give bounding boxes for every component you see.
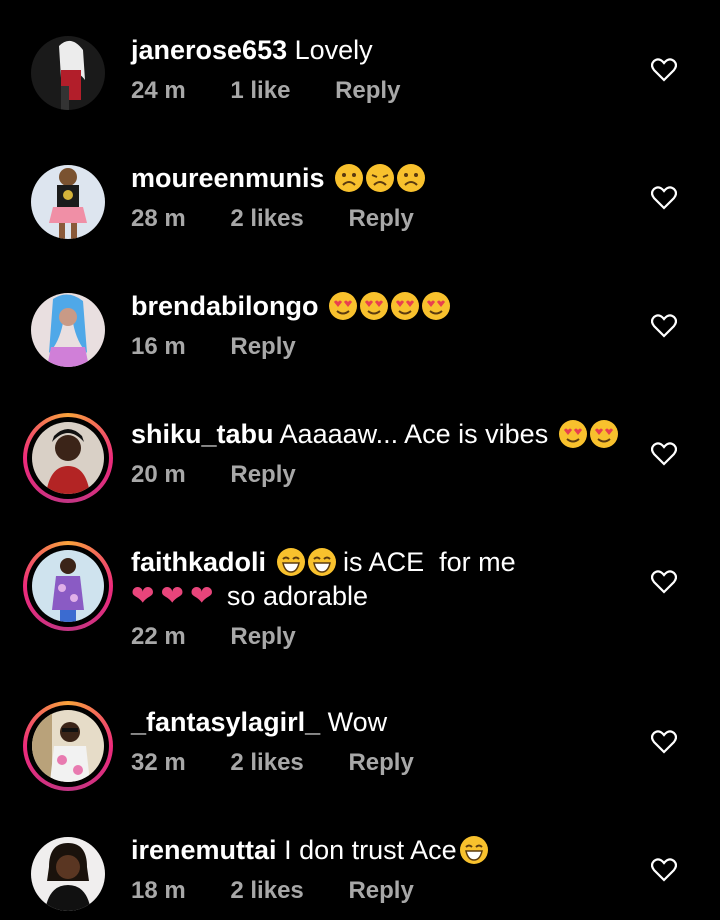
comment-time: 18 m bbox=[131, 877, 186, 904]
comment-time: 32 m bbox=[131, 749, 186, 776]
comment-meta: 32 m 2 likes Reply bbox=[131, 749, 630, 777]
pink-heart-icon: ❤ bbox=[160, 580, 184, 611]
comment-body: moureenmunis 28 m 2 likes Reply bbox=[131, 162, 630, 233]
avatar[interactable] bbox=[31, 165, 105, 239]
like-heart-icon[interactable] bbox=[651, 442, 677, 466]
comment-meta: 24 m 1 like Reply bbox=[131, 77, 630, 105]
avatar-image bbox=[32, 710, 104, 782]
avatar-image bbox=[31, 165, 105, 239]
reply-button[interactable]: Reply bbox=[348, 749, 413, 776]
comment-time: 16 m bbox=[131, 333, 186, 360]
avatar-story-ring[interactable] bbox=[23, 413, 113, 503]
reply-button[interactable]: Reply bbox=[230, 333, 295, 360]
avatar-image bbox=[31, 837, 105, 911]
like-heart-icon[interactable] bbox=[651, 314, 677, 338]
reply-button[interactable]: Reply bbox=[230, 461, 295, 488]
comment-body: brendabilongo 16 m Reply bbox=[131, 290, 630, 361]
avatar-image bbox=[32, 550, 104, 622]
grinning-face-emoji bbox=[276, 548, 305, 576]
heart-eyes-emoji bbox=[422, 292, 450, 320]
comment-line: moureenmunis bbox=[131, 162, 630, 195]
reply-button[interactable]: Reply bbox=[230, 623, 295, 650]
like-heart-icon[interactable] bbox=[651, 730, 677, 754]
frowning-face-emoji bbox=[335, 164, 364, 192]
comment-line: shiku_tabu Aaaaaw... Ace is vibes bbox=[131, 418, 630, 451]
avatar-image bbox=[32, 422, 104, 494]
like-heart-icon[interactable] bbox=[651, 570, 677, 594]
comment-time: 24 m bbox=[131, 77, 186, 104]
avatar[interactable] bbox=[31, 293, 105, 367]
heart-eyes-emoji bbox=[329, 292, 357, 320]
comment-line: _fantasylagirl_ Wow bbox=[131, 706, 630, 739]
like-heart-icon[interactable] bbox=[651, 58, 677, 82]
like-heart-icon[interactable] bbox=[651, 186, 677, 210]
avatar[interactable] bbox=[31, 837, 105, 911]
comment-line-2: ❤ ❤ ❤ so adorable bbox=[131, 579, 630, 613]
comment-time: 22 m bbox=[131, 623, 186, 650]
avatar-image bbox=[31, 293, 105, 367]
comment-line: janerose653 Lovely bbox=[131, 34, 630, 67]
heart-eyes-emoji bbox=[558, 420, 587, 448]
pink-heart-icon: ❤ bbox=[189, 580, 214, 611]
reply-button[interactable]: Reply bbox=[335, 77, 400, 104]
comment-body: faithkadoli is ACE for me ❤ ❤ ❤ so adorabl… bbox=[131, 546, 630, 651]
avatar-story-ring[interactable] bbox=[23, 541, 113, 631]
tired-face-emoji bbox=[366, 164, 395, 192]
comment-text-2: so adorable bbox=[226, 581, 369, 611]
comment-line: faithkadoli is ACE for me bbox=[131, 546, 630, 579]
grinning-face-emoji bbox=[307, 548, 336, 576]
comment-body: janerose653 Lovely 24 m 1 like Reply bbox=[131, 34, 630, 105]
comment-likes[interactable]: 1 like bbox=[230, 77, 290, 104]
avatar-image bbox=[31, 36, 105, 110]
comment-time: 28 m bbox=[131, 205, 186, 232]
frowning-face-emoji bbox=[397, 164, 426, 192]
like-heart-icon[interactable] bbox=[651, 858, 677, 882]
comment-likes[interactable]: 2 likes bbox=[230, 877, 303, 904]
comment-text: Aaaaaw... Ace is vibes bbox=[279, 419, 549, 449]
comment-likes[interactable]: 2 likes bbox=[230, 749, 303, 776]
heart-eyes-emoji bbox=[391, 292, 419, 320]
comment-line: irenemuttai I don trust Ace bbox=[131, 834, 630, 867]
comment-text: I don trust Ace bbox=[284, 835, 457, 865]
comment-meta: 18 m 2 likes Reply bbox=[131, 877, 630, 905]
comment-text: is ACE for me bbox=[343, 547, 516, 577]
reply-button[interactable]: Reply bbox=[348, 205, 413, 232]
comment-username[interactable]: moureenmunis bbox=[131, 163, 325, 193]
avatar[interactable] bbox=[31, 36, 105, 110]
heart-eyes-emoji bbox=[589, 420, 618, 448]
comment-line: brendabilongo bbox=[131, 290, 630, 323]
comment-likes[interactable]: 2 likes bbox=[230, 205, 303, 232]
comment-meta: 16 m Reply bbox=[131, 333, 630, 361]
reply-button[interactable]: Reply bbox=[348, 877, 413, 904]
pink-heart-icon: ❤ bbox=[131, 580, 155, 611]
comment-username[interactable]: _fantasylagirl_ bbox=[131, 707, 320, 737]
comment-username[interactable]: brendabilongo bbox=[131, 291, 318, 321]
grinning-face-emoji bbox=[459, 836, 488, 864]
comment-meta: 22 m Reply bbox=[131, 623, 630, 651]
avatar-story-ring[interactable] bbox=[23, 701, 113, 791]
comment-username[interactable]: janerose653 bbox=[131, 35, 287, 65]
comment-username[interactable]: faithkadoli bbox=[131, 547, 266, 577]
comment-username[interactable]: irenemuttai bbox=[131, 835, 277, 865]
comment-meta: 20 m Reply bbox=[131, 461, 630, 489]
comment-body: _fantasylagirl_ Wow 32 m 2 likes Reply bbox=[131, 706, 630, 777]
comment-text: Lovely bbox=[294, 35, 373, 65]
comment-body: irenemuttai I don trust Ace 18 m 2 likes… bbox=[131, 834, 630, 905]
comment-body: shiku_tabu Aaaaaw... Ace is vibes 20 m R… bbox=[131, 418, 630, 489]
heart-eyes-emoji bbox=[360, 292, 388, 320]
comment-username[interactable]: shiku_tabu bbox=[131, 419, 274, 449]
comment-time: 20 m bbox=[131, 461, 186, 488]
comment-meta: 28 m 2 likes Reply bbox=[131, 205, 630, 233]
comment-text: Wow bbox=[327, 707, 388, 737]
